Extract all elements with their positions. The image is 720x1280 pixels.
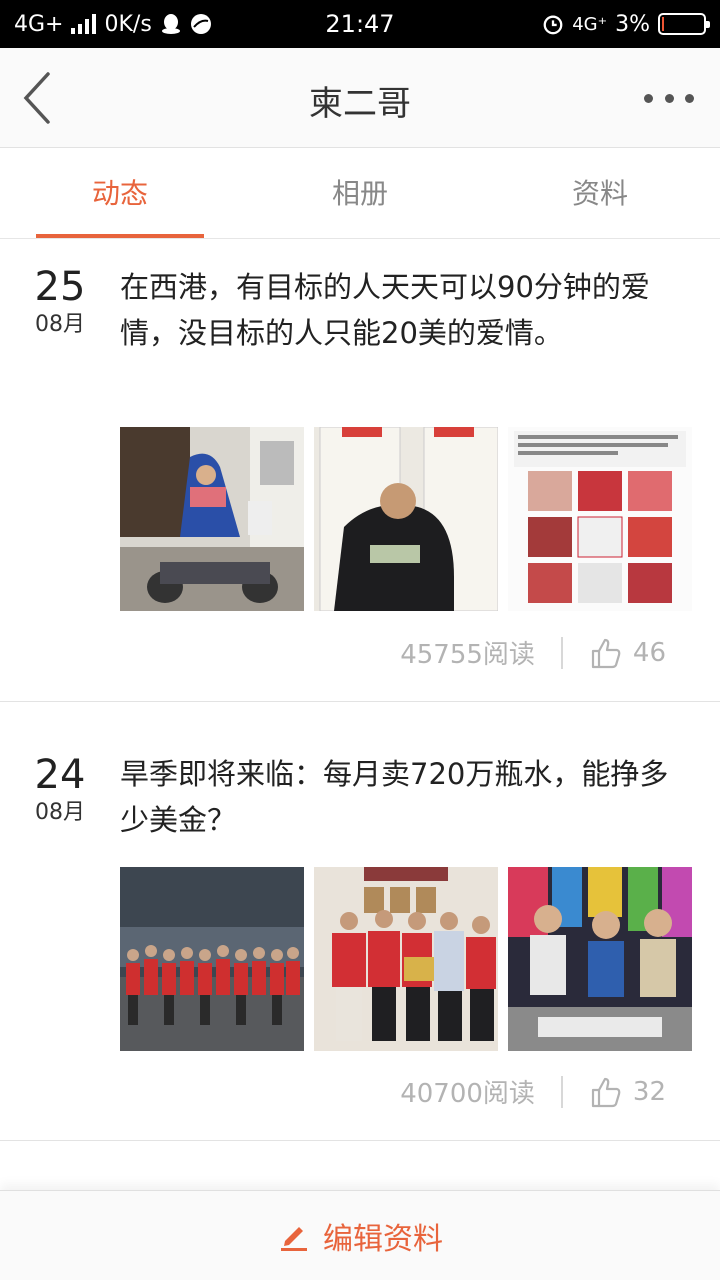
feed-post[interactable]: 24 08月 旱季即将来临：每月卖720万瓶水，能挣多少美金？ 40700阅读 … (0, 703, 720, 1141)
post-photo[interactable] (314, 427, 498, 611)
post-month: 08月 (35, 800, 85, 825)
like-count: 32 (632, 1076, 666, 1107)
network-speed: 0K/s (104, 11, 152, 37)
post-photos (120, 427, 692, 611)
post-date: 25 08月 (28, 264, 92, 340)
post-stats: 45755阅读 46 (400, 634, 666, 671)
edit-profile-label: 编辑资料 (323, 1221, 443, 1257)
like-button[interactable]: 32 (589, 1076, 666, 1108)
nav-bar: 柬二哥 (0, 48, 720, 148)
signal-icon (71, 14, 97, 34)
read-count: 45755阅读 (400, 640, 535, 670)
network-type-secondary: 4G⁺ (572, 13, 608, 35)
post-photo[interactable] (314, 867, 498, 1051)
tab-feed[interactable]: 动态 (0, 149, 240, 238)
like-button[interactable]: 46 (589, 637, 666, 669)
network-type: 4G+ (14, 11, 64, 37)
post-photo[interactable] (508, 427, 692, 611)
tab-profile[interactable]: 资料 (480, 149, 720, 238)
divider (560, 1075, 563, 1108)
post-day: 25 (34, 264, 86, 310)
more-options-button[interactable] (644, 86, 694, 110)
like-count: 46 (632, 637, 666, 668)
thumbs-up-icon (591, 1077, 621, 1107)
page-title: 柬二哥 (309, 84, 411, 124)
post-month: 08月 (35, 312, 85, 337)
edit-profile-button[interactable]: 编辑资料 (0, 1190, 720, 1280)
read-count: 40700阅读 (400, 1079, 535, 1109)
status-bar: 4G+ 0K/s 21:47 4G⁺ 3% (0, 0, 720, 48)
post-photo[interactable] (120, 867, 304, 1051)
tab-album[interactable]: 相册 (240, 149, 480, 238)
profile-tabs: 动态 相册 资料 (0, 149, 720, 239)
qq-icon (160, 13, 182, 35)
browser-icon (190, 13, 212, 35)
post-text: 旱季即将来临：每月卖720万瓶水，能挣多少美金？ (120, 757, 669, 837)
post-day: 24 (34, 752, 86, 798)
post-stats: 40700阅读 32 (400, 1073, 666, 1110)
edit-pencil-icon (281, 1226, 307, 1251)
post-date: 24 08月 (28, 752, 92, 828)
post-photos (120, 867, 692, 1051)
battery-icon (658, 13, 710, 35)
battery-percent: 3% (615, 11, 650, 37)
alarm-icon (542, 13, 564, 35)
post-photo[interactable] (508, 867, 692, 1051)
feed-post[interactable]: 25 08月 在西港，有目标的人天天可以90分钟的爱情，没目标的人只能20美的爱… (0, 240, 720, 702)
post-photo[interactable] (120, 427, 304, 611)
post-text: 在西港，有目标的人天天可以90分钟的爱情，没目标的人只能20美的爱情。 (120, 270, 650, 350)
thumbs-up-icon (591, 638, 621, 668)
divider (560, 636, 563, 669)
